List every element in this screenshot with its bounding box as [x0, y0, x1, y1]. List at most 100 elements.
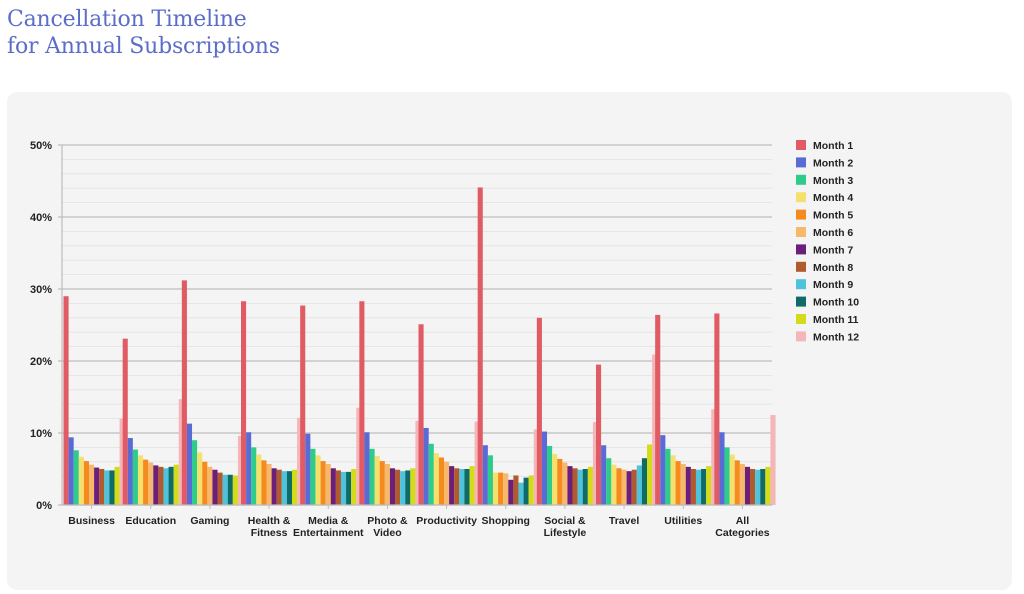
bar — [577, 469, 583, 505]
bar — [271, 468, 277, 505]
bar — [168, 466, 174, 505]
bar — [719, 432, 725, 505]
bar — [557, 458, 563, 505]
bar — [459, 469, 465, 505]
bar — [153, 465, 159, 505]
x-tick-label: Productivity — [416, 515, 477, 527]
legend-item: Month 6 — [796, 227, 853, 239]
legend-item: Month 1 — [796, 140, 853, 152]
bar — [330, 468, 336, 505]
legend-swatch — [796, 261, 806, 272]
bar — [286, 471, 292, 505]
bar — [63, 296, 69, 505]
bar — [256, 454, 262, 505]
bar — [518, 482, 524, 505]
y-tick-label: 20% — [30, 356, 52, 368]
bar — [482, 445, 488, 505]
bar — [410, 468, 416, 505]
bar-group — [181, 280, 244, 505]
bar — [114, 466, 120, 505]
x-tick-label: Health & Fitness — [248, 515, 291, 539]
bar — [701, 469, 707, 505]
bar — [68, 437, 74, 505]
bar-chart: 0% 10% 20% 30% 40% 50% Business Education Gamin… — [30, 140, 859, 539]
bar — [400, 471, 406, 505]
bar — [310, 448, 316, 505]
bar — [104, 470, 110, 505]
legend-item: Month 11 — [796, 314, 859, 326]
bar — [78, 456, 84, 505]
bar — [364, 432, 370, 505]
bar — [536, 317, 542, 505]
bar — [335, 470, 341, 505]
bar — [438, 457, 444, 505]
legend-label: Month 12 — [813, 331, 859, 343]
bar — [405, 470, 411, 505]
bar — [744, 466, 751, 505]
bar — [202, 461, 208, 505]
bar — [320, 461, 326, 505]
bar — [444, 461, 450, 505]
bar — [636, 465, 642, 505]
bar — [641, 458, 647, 505]
bar — [626, 471, 632, 505]
bar — [503, 473, 509, 505]
bar — [346, 471, 352, 505]
bar — [706, 466, 712, 505]
bar-group — [655, 314, 717, 505]
bar — [222, 474, 228, 505]
legend-item: Month 9 — [796, 279, 853, 291]
legend-swatch — [796, 331, 806, 342]
x-tick-label: Social & Lifestyle — [544, 515, 587, 539]
x-tick-label: Travel — [609, 515, 639, 527]
bar — [685, 466, 691, 505]
bar — [541, 431, 548, 505]
bar — [395, 469, 401, 505]
bar — [621, 469, 627, 505]
bar — [477, 187, 483, 506]
x-tick-label: All Categories — [715, 515, 769, 539]
x-tick-label: Gaming — [190, 515, 229, 527]
bar — [750, 469, 756, 505]
legend-label: Month 7 — [813, 244, 853, 256]
bar — [616, 468, 622, 505]
bar — [369, 448, 375, 505]
legend-swatch — [796, 279, 806, 290]
bar-group — [714, 313, 776, 505]
bar — [99, 469, 105, 505]
bar — [508, 479, 514, 505]
x-tick-label: Utilities — [664, 515, 702, 527]
bar — [207, 466, 213, 505]
bar — [251, 447, 257, 505]
bar — [433, 453, 439, 505]
bar — [137, 455, 144, 505]
x-tick-label: Business — [68, 515, 115, 527]
legend-item: Month 10 — [796, 296, 859, 309]
legend-swatch — [796, 314, 806, 324]
bar — [261, 460, 267, 505]
bar — [246, 432, 252, 505]
bar — [513, 475, 519, 505]
bar — [73, 450, 79, 505]
legend-label: Month 5 — [813, 210, 853, 222]
legend-item: Month 2 — [796, 157, 853, 169]
bar — [325, 463, 331, 505]
bar — [379, 461, 385, 505]
bar — [567, 466, 573, 505]
x-tick-label: Media & Entertainment — [293, 515, 364, 539]
legend-item: Month 4 — [796, 192, 853, 204]
bar — [163, 468, 169, 505]
bar — [552, 453, 558, 505]
legend-label: Month 9 — [813, 279, 853, 291]
bar — [492, 472, 499, 505]
bar — [232, 475, 238, 505]
bar-group — [122, 338, 184, 505]
y-tick-label: 30% — [30, 284, 52, 296]
y-axis-ticks: 0% 10% 20% 30% 40% 50% — [30, 140, 52, 512]
bar-group — [300, 305, 362, 505]
legend-label: Month 4 — [813, 192, 853, 204]
bar — [340, 471, 347, 505]
bar — [498, 472, 504, 505]
legend-swatch — [796, 140, 806, 150]
legend: Month 1 Month 2 Month 3 Month 4 Month 5 Month… — [796, 140, 859, 343]
